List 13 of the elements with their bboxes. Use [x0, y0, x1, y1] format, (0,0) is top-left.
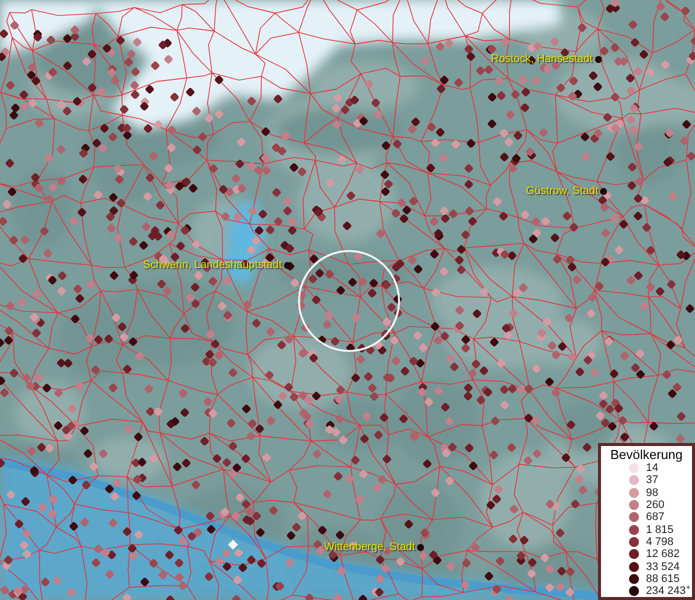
legend-label: 33 524 — [646, 560, 680, 573]
legend-label: 12 682 — [646, 548, 680, 560]
legend-label: 1 815 — [646, 524, 674, 536]
legend-label: 234 243$^{+}$ — [646, 585, 691, 598]
legend-label: 14 — [646, 462, 658, 474]
legend-label: 687 — [646, 511, 664, 524]
legend-label: 98 — [646, 486, 658, 499]
legend-title: Bevölkerung — [610, 447, 683, 462]
legend-label: 37 — [646, 474, 658, 486]
city-marker-icon — [600, 188, 608, 195]
legend-label: 88 615 — [646, 572, 680, 585]
legend-label: 260 — [646, 499, 664, 512]
legend-label: 4 798 — [646, 536, 674, 548]
